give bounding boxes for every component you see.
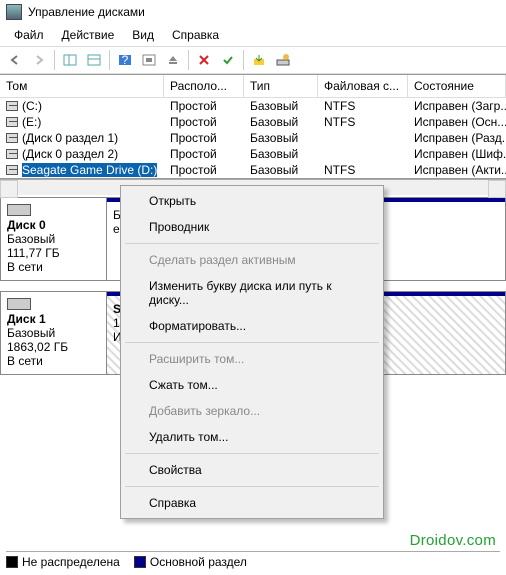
volume-fs: NTFS (318, 114, 408, 130)
disk-name: Диск 1 (7, 312, 100, 326)
panes-icon[interactable] (59, 49, 81, 71)
volume-layout: Простой (164, 130, 244, 146)
menu-help[interactable]: Справка (164, 26, 227, 44)
titlebar: Управление дисками (0, 0, 506, 24)
volume-layout: Простой (164, 114, 244, 130)
volume-fs (318, 146, 408, 162)
drive-config-icon[interactable] (272, 49, 294, 71)
volume-row[interactable]: (Диск 0 раздел 2) ПростойБазовый Исправен … (0, 146, 506, 162)
volume-name: (Диск 0 раздел 2) (22, 147, 118, 161)
disk-icon (7, 204, 31, 216)
volume-type: Базовый (244, 130, 318, 146)
drive-icon (6, 133, 18, 143)
disk-label: Диск 1Базовый1863,02 ГБВ сети (1, 292, 107, 374)
volume-row[interactable]: (Диск 0 раздел 1) ПростойБазовый Исправен … (0, 130, 506, 146)
disk-icon (7, 298, 31, 310)
disk-size: 1863,02 ГБ (7, 340, 100, 354)
col-status[interactable]: Состояние (408, 75, 506, 98)
volume-type: Базовый (244, 162, 318, 178)
app-icon (6, 4, 22, 20)
volume-type: Базовый (244, 146, 318, 162)
menu-separator (125, 243, 379, 244)
disk-size: 111,77 ГБ (7, 246, 100, 260)
volume-fs: NTFS (318, 98, 408, 114)
forward-icon[interactable] (28, 49, 50, 71)
legend-unallocated: Не распределена (22, 555, 120, 569)
context-menu: ОткрытьПроводник Сделать раздел активнымИ… (120, 185, 384, 519)
menu-separator (125, 342, 379, 343)
menu-item[interactable]: Справка (123, 490, 381, 516)
window-title: Управление дисками (28, 5, 145, 19)
swatch-primary (134, 556, 146, 568)
menu-file[interactable]: Файл (6, 26, 52, 44)
volume-name: (Диск 0 раздел 1) (22, 131, 118, 145)
volume-status: Исправен (Загр... (408, 98, 506, 114)
view-top-icon[interactable] (83, 49, 105, 71)
volume-layout: Простой (164, 146, 244, 162)
col-volume[interactable]: Том (0, 75, 164, 98)
back-icon[interactable] (4, 49, 26, 71)
menu-item[interactable]: Свойства (123, 457, 381, 483)
volume-layout: Простой (164, 162, 244, 178)
menu-action[interactable]: Действие (54, 26, 123, 44)
toolbar: ? (0, 46, 506, 74)
help-icon[interactable]: ? (114, 49, 136, 71)
disk-label: Диск 0Базовый111,77 ГБВ сети (1, 198, 107, 280)
legend-primary: Основной раздел (150, 555, 247, 569)
watermark: Droidov.com (410, 532, 496, 549)
disk-online: В сети (7, 354, 100, 368)
menu-separator (125, 486, 379, 487)
menu-item[interactable]: Проводник (123, 214, 381, 240)
delete-icon[interactable] (193, 49, 215, 71)
menu-item: Расширить том... (123, 346, 381, 372)
swatch-unallocated (6, 556, 18, 568)
menu-item[interactable]: Сжать том... (123, 372, 381, 398)
settings-icon[interactable] (138, 49, 160, 71)
menu-item: Сделать раздел активным (123, 247, 381, 273)
volume-type: Базовый (244, 114, 318, 130)
action-icon[interactable] (248, 49, 270, 71)
disk-type: Базовый (7, 232, 100, 246)
volume-status: Исправен (Шиф... (408, 146, 506, 162)
menubar: Файл Действие Вид Справка (0, 24, 506, 46)
drive-icon (6, 165, 18, 175)
volume-name: Seagate Game Drive (D:) (22, 163, 157, 177)
col-filesystem[interactable]: Файловая с... (318, 75, 408, 98)
menu-item[interactable]: Открыть (123, 188, 381, 214)
menu-separator (125, 453, 379, 454)
col-layout[interactable]: Располо... (164, 75, 244, 98)
col-type[interactable]: Тип (244, 75, 318, 98)
drive-icon (6, 101, 18, 111)
legend: Не распределена Основной раздел (6, 551, 500, 569)
menu-item: Добавить зеркало... (123, 398, 381, 424)
volume-status: Исправен (Акти... (408, 162, 506, 178)
volume-name: (C:) (22, 99, 42, 113)
disk-online: В сети (7, 260, 100, 274)
menu-item[interactable]: Форматировать... (123, 313, 381, 339)
drive-icon (6, 117, 18, 127)
menu-item[interactable]: Удалить том... (123, 424, 381, 450)
volume-status: Исправен (Разд... (408, 130, 506, 146)
volume-row[interactable]: (E:) ПростойБазовыйNTFSИсправен (Осн... (0, 114, 506, 130)
menu-view[interactable]: Вид (124, 26, 162, 44)
column-headers[interactable]: Том Располо... Тип Файловая с... Состоян… (0, 75, 506, 98)
svg-text:?: ? (122, 53, 129, 67)
volume-fs (318, 130, 408, 146)
disk-name: Диск 0 (7, 218, 100, 232)
check-icon[interactable] (217, 49, 239, 71)
volume-row[interactable]: Seagate Game Drive (D:) ПростойБазовыйNTF… (0, 162, 506, 178)
volume-type: Базовый (244, 98, 318, 114)
volume-status: Исправен (Осн... (408, 114, 506, 130)
volume-list: Том Располо... Тип Файловая с... Состоян… (0, 74, 506, 179)
volume-layout: Простой (164, 98, 244, 114)
volume-name: (E:) (22, 115, 41, 129)
disk-type: Базовый (7, 326, 100, 340)
menu-item[interactable]: Изменить букву диска или путь к диску... (123, 273, 381, 313)
eject-icon[interactable] (162, 49, 184, 71)
volume-fs: NTFS (318, 162, 408, 178)
drive-icon (6, 149, 18, 159)
volume-row[interactable]: (C:) ПростойБазовыйNTFSИсправен (Загр... (0, 98, 506, 114)
